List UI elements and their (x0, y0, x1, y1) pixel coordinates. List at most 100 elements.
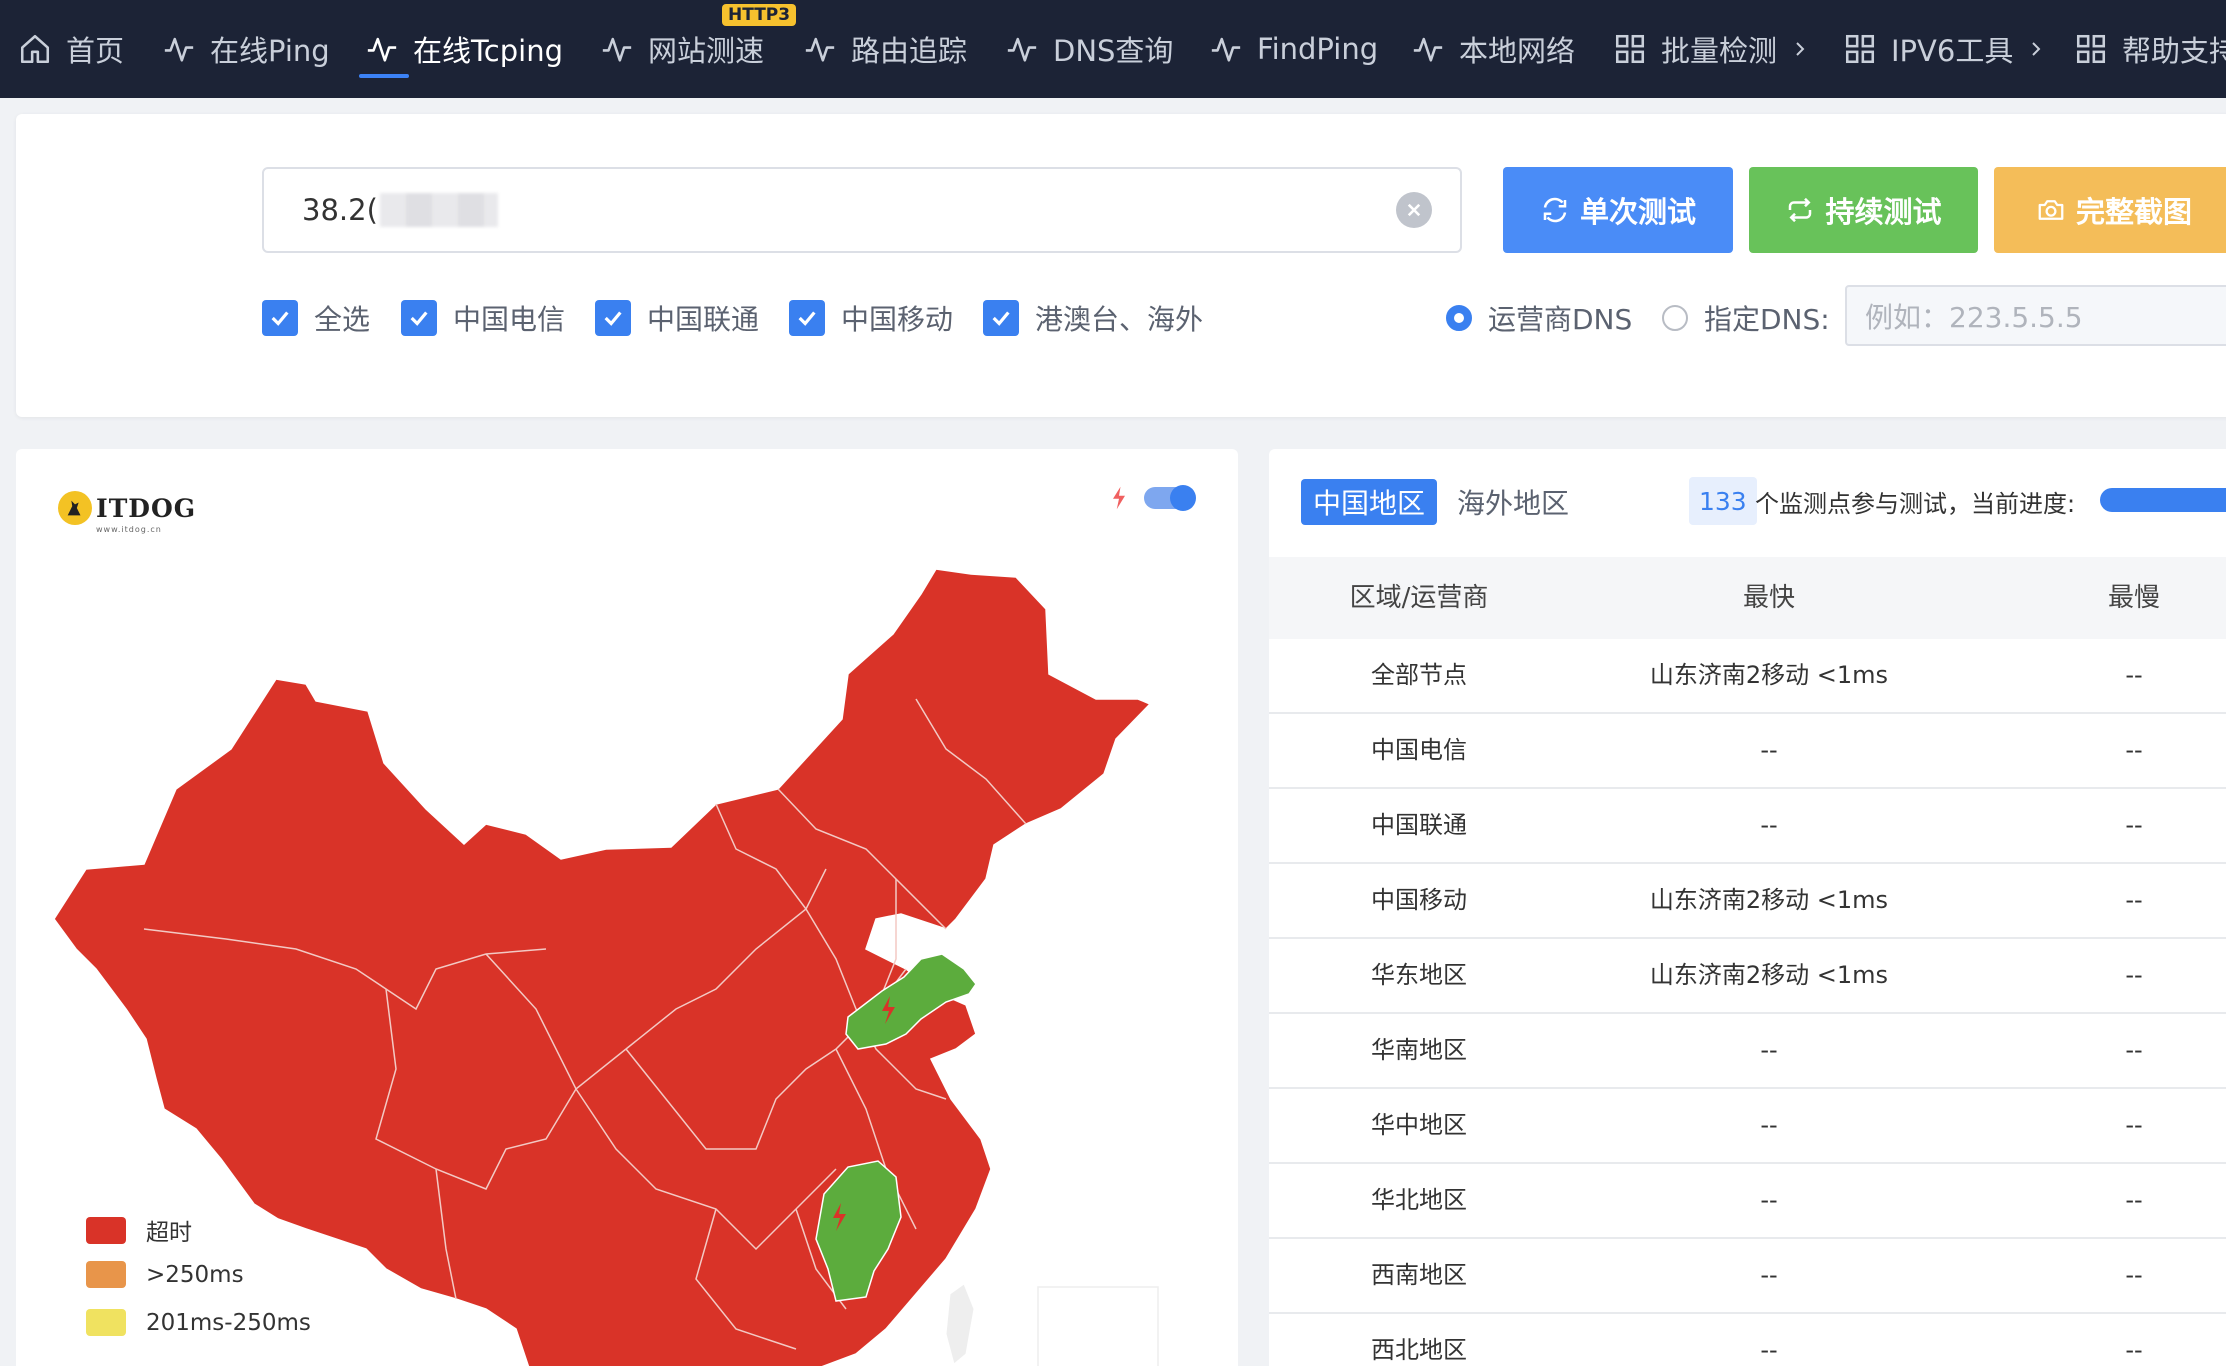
custom-dns-input[interactable]: 例如：223.5.5.5 (1845, 285, 2226, 346)
logo-text: ITDOG (96, 493, 197, 523)
cell-fastest: -- (1760, 811, 1778, 839)
single-test-button[interactable]: 单次测试 (1503, 167, 1733, 253)
grid-icon (1615, 34, 1645, 64)
legend-label: 超时 (146, 1220, 192, 1246)
checkbox-china-unicom[interactable]: 中国联通 (595, 298, 759, 338)
refresh-icon (1543, 197, 1567, 223)
tab-china-region[interactable]: 中国地区 (1301, 479, 1438, 525)
nav-item-help[interactable]: 帮助支持 (2074, 0, 2226, 98)
check-icon (992, 311, 1010, 326)
grid-icon (1845, 34, 1875, 64)
nav-item-label: 在线Tcping (413, 34, 563, 68)
cell-fastest: -- (1760, 1036, 1778, 1064)
nav-item-label: 首页 (66, 34, 125, 68)
cell-slowest: -- (2125, 886, 2143, 914)
tab-overseas-region[interactable]: 海外地区 (1445, 479, 1581, 525)
cell-fastest: -- (1760, 736, 1778, 764)
nav-item-tcping[interactable]: 在线Tcping (365, 0, 563, 98)
cell-slowest: -- (2125, 736, 2143, 764)
test-control-panel (16, 114, 2226, 417)
column-header-slowest: 最慢 (2107, 583, 2160, 613)
checkbox-china-mobile[interactable]: 中国移动 (789, 298, 953, 338)
results-card: 中国地区 海外地区 133 个监测点参与测试，当前进度: 区域/运营商 最快 最… (1269, 449, 2226, 1366)
cell-region: 全部节点 (1371, 661, 1467, 689)
cell-slowest: -- (2125, 961, 2143, 989)
checkbox-overseas[interactable]: 港澳台、海外 (983, 298, 1203, 338)
cell-fastest: -- (1760, 1186, 1778, 1214)
pulse-icon (602, 37, 632, 62)
nav-item-batch-check[interactable]: 批量检测 (1613, 0, 1809, 98)
pulse-icon (367, 37, 397, 62)
cell-fastest: -- (1760, 1336, 1778, 1364)
single-test-label: 单次测试 (1579, 195, 1696, 229)
redacted-text (379, 193, 498, 227)
nav-item-home[interactable]: 首页 (18, 0, 124, 98)
china-map (53, 568, 1159, 1366)
nav-item-label: 在线Ping (210, 34, 330, 68)
nav-item-dns[interactable]: DNS查询 (1005, 0, 1173, 98)
checkbox-box (983, 300, 1019, 336)
legend-swatch (86, 1216, 126, 1244)
nav-item-label: DNS查询 (1053, 34, 1174, 68)
cell-slowest: -- (2125, 1261, 2143, 1289)
table-row: 中国移动 山东济南2移动 <1ms -- (1269, 864, 2226, 939)
continuous-test-button[interactable]: 持续测试 (1749, 167, 1978, 253)
camera-icon (2038, 200, 2064, 220)
table-row: 华北地区 -- -- (1269, 1164, 2226, 1239)
cell-region: 中国移动 (1371, 886, 1467, 914)
pulse-icon (164, 37, 194, 62)
cell-region: 华中地区 (1371, 1111, 1467, 1139)
column-header-fastest: 最快 (1742, 583, 1795, 613)
checkbox-select-all[interactable]: 全选 (262, 298, 370, 338)
legend-label: 201ms-250ms (146, 1309, 311, 1336)
taiwan-island (945, 1283, 975, 1365)
nav-item-local-network[interactable]: 本地网络 (1411, 0, 1575, 98)
clear-input-button[interactable] (1396, 192, 1432, 228)
radio-isp-dns[interactable]: 运营商DNS (1446, 298, 1632, 338)
checkbox-china-telecom[interactable]: 中国电信 (401, 298, 565, 338)
nav-item-traceroute[interactable]: 路由追踪 (803, 0, 967, 98)
results-table-header: 区域/运营商 最快 最慢 (1269, 557, 2226, 639)
radio-dot (1446, 305, 1472, 331)
nav-item-ipv6-tools[interactable]: IPV6工具 (1843, 0, 2045, 98)
cell-region: 华北地区 (1371, 1186, 1467, 1214)
radio-label: 运营商DNS (1488, 303, 1633, 336)
toggle-switch[interactable] (1144, 485, 1196, 511)
tab-label: 中国地区 (1313, 487, 1426, 520)
active-tab-indicator (359, 74, 409, 78)
cell-region: 华南地区 (1371, 1036, 1467, 1064)
cell-slowest: -- (2125, 811, 2143, 839)
legend-item: >250ms (86, 1261, 244, 1288)
nav-item-findping[interactable]: FindPing (1209, 0, 1378, 98)
node-count-text: 个监测点参与测试，当前进度: (1755, 489, 2076, 518)
cell-fastest: 山东济南2移动 <1ms (1649, 961, 1889, 989)
checkbox-label: 全选 (314, 303, 371, 336)
grid-icon (2076, 34, 2106, 64)
table-row: 西南地区 -- -- (1269, 1239, 2226, 1314)
legend-swatch (86, 1309, 126, 1336)
nav-item-ping[interactable]: 在线Ping (162, 0, 330, 98)
cell-slowest: -- (2125, 661, 2143, 689)
itdog-logo: ITDOG www.itdog.cn (58, 491, 197, 534)
realtime-toggle[interactable] (1110, 485, 1196, 511)
table-row: 中国联通 -- -- (1269, 789, 2226, 864)
nav-item-label: 路由追踪 (851, 34, 968, 68)
test-progress-bar (2100, 488, 2226, 512)
legend-item: 201ms-250ms (86, 1309, 311, 1336)
checkbox-label: 中国电信 (453, 303, 566, 336)
nav-item-label: IPV6工具 (1891, 34, 2014, 68)
nav-item-label: 帮助支持 (2122, 34, 2226, 68)
cell-slowest: -- (2125, 1186, 2143, 1214)
checkbox-box (789, 300, 825, 336)
loop-icon (1789, 197, 1812, 223)
radio-custom-dns[interactable]: 指定DNS: (1662, 298, 1830, 338)
china-land-timeout[interactable] (53, 568, 1152, 1366)
full-screenshot-button[interactable]: 完整截图 (1994, 167, 2226, 253)
lightning-icon (1113, 486, 1125, 510)
checkbox-box (401, 300, 437, 336)
top-navigation: 首页 在线Ping 在线Tcping 网站测速 HTTP3 路由追踪 DNS查询… (0, 0, 2226, 98)
checkbox-box (262, 300, 298, 336)
cell-region: 华东地区 (1371, 961, 1467, 989)
host-input[interactable]: 38.2( (262, 167, 1462, 253)
cell-region: 中国电信 (1371, 736, 1467, 764)
